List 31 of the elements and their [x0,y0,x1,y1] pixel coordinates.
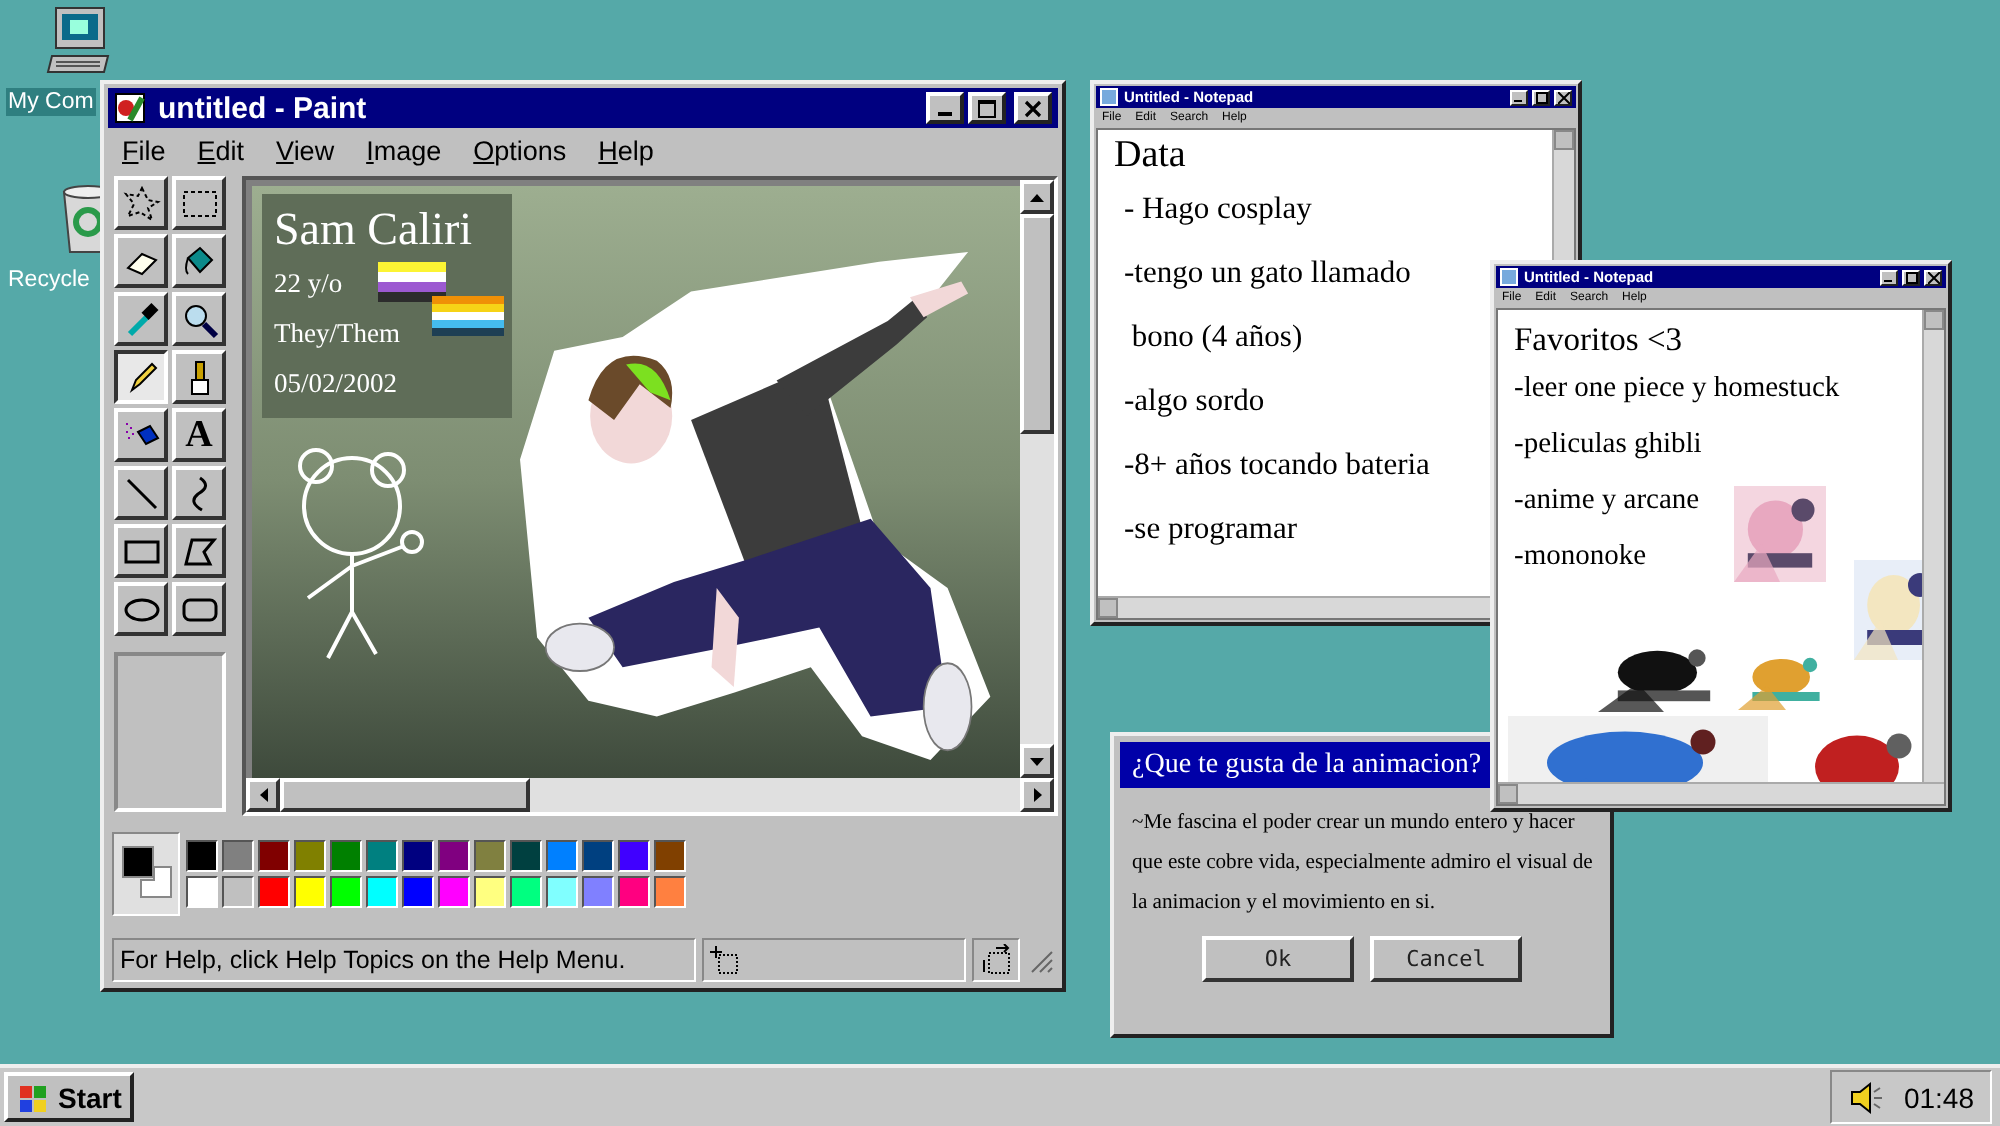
birthdate-text: 05/02/2002 [274,366,398,402]
text-line: bono (4 años) [1129,318,1303,358]
menu-item[interactable]: Edit [197,135,245,165]
pronouns-text: They/Them [274,316,400,352]
window-title: untitled - Paint [158,91,369,125]
menu-item[interactable]: Image [366,135,442,165]
menu-item[interactable]: File [122,135,166,165]
menu-item[interactable]: Options [473,135,567,165]
text-line: -se programar [1122,510,1297,550]
dialog-button[interactable]: Ok [1202,936,1354,982]
text-line: -leer one piece y homestuck [1514,370,1840,408]
dialog-button[interactable]: Cancel [1370,936,1522,982]
text-line: -tengo un gato llamado [1122,254,1411,294]
text-tool[interactable]: A [172,408,226,462]
text-line: -peliculas ghibli [1514,426,1702,464]
dialog-message: ~Me fascina el poder crear un mundo entero y hacer que este cobre vida, especialmente admiro el visual de la animacion y el movimiento en si. [1132,810,1595,918]
age-text: 22 y/o [274,266,343,302]
name-text: Sam Caliri [274,202,473,258]
text-line: -mononoke [1514,538,1647,576]
text-line: -anime y arcane [1514,482,1700,520]
clock-text: 01:48 [1903,1081,1974,1113]
text-line: -8+ años tocando bateria [1122,446,1430,486]
heading-text: Data [1114,134,1186,178]
text-line: -algo sordo [1122,382,1265,422]
menu-item[interactable]: View [276,135,335,165]
start-button[interactable]: Start [4,1072,134,1122]
text-line: - Hago cosplay [1122,190,1312,230]
desktop-icon-label[interactable]: My Com [6,88,96,116]
heading-text: Favoritos <3 [1514,318,1683,360]
status-text: For Help, click Help Topics on the Help Menu. [112,938,697,982]
menu-item[interactable]: Help [598,135,654,165]
